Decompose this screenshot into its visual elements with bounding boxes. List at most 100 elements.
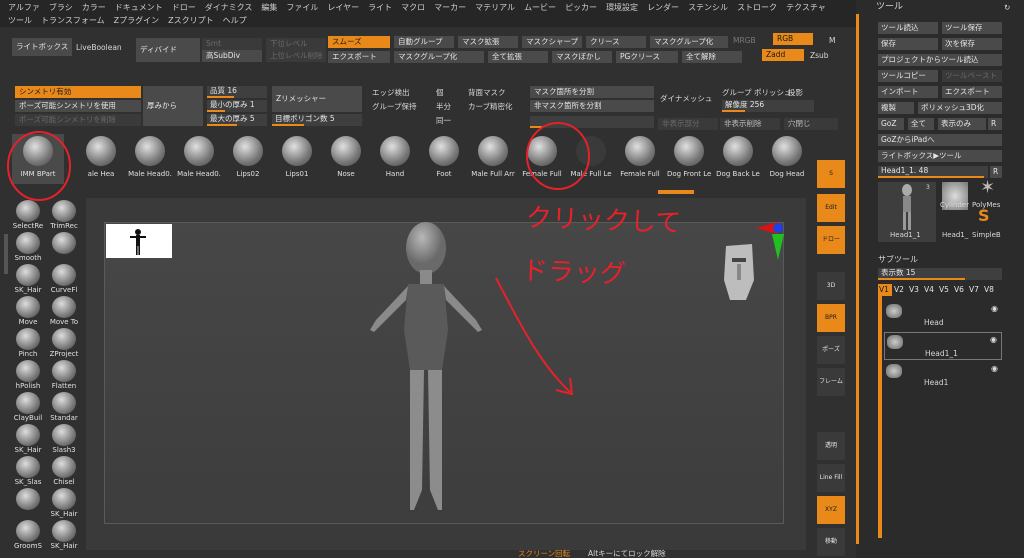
save-button[interactable]: 保存 (878, 38, 938, 50)
brush-item[interactable]: Lips02 (226, 134, 270, 184)
menu-item[interactable]: アルファ (8, 1, 40, 14)
zoom-icon[interactable]: 3D (817, 272, 845, 300)
left-brush-item[interactable]: Flatten (42, 360, 86, 390)
axis-gizmo-icon[interactable] (752, 220, 788, 264)
mask-sharpen-button[interactable]: マスクシャープ (522, 36, 582, 48)
all-expand-button[interactable]: 全て拡張 (488, 51, 548, 63)
same-label[interactable]: 同一 (436, 115, 451, 126)
brush-item[interactable]: Foot (422, 134, 466, 184)
version-tab[interactable]: V6 (953, 284, 967, 296)
transp-icon[interactable]: 透明 (817, 432, 845, 460)
back-mask-label[interactable]: 背面マスク (468, 87, 506, 98)
tool-copy-button[interactable]: ツールコピー (878, 70, 938, 82)
left-brush-item[interactable]: Standar (42, 392, 86, 422)
menu-item[interactable]: レイヤー (327, 1, 359, 14)
goz-button[interactable]: GoZ (878, 118, 904, 130)
brush-item[interactable]: Dog Back Le (716, 134, 760, 184)
edge-detect-label[interactable]: エッジ検出 (372, 87, 410, 98)
edit-icon[interactable]: Edit (817, 194, 845, 222)
m-button[interactable]: M (829, 35, 835, 46)
brush-strip-scrollbar[interactable] (658, 190, 694, 194)
left-brush-item[interactable]: Move To (42, 296, 86, 326)
menu-item[interactable]: ドロー (172, 1, 196, 14)
version-tab[interactable]: V1 (878, 284, 892, 296)
menu-item[interactable]: ピッカー (565, 1, 597, 14)
curve-refine-label[interactable]: カーブ精密化 (468, 101, 513, 112)
bpr-icon[interactable]: BPR (817, 304, 845, 332)
brush-item[interactable]: Female Full (618, 134, 662, 184)
menu-item[interactable]: Zスクリプト (168, 14, 213, 27)
subtool-item[interactable]: ◉ Head1 (884, 362, 1002, 390)
left-brush-item[interactable]: SK_Hair (42, 520, 86, 550)
export-button[interactable]: エクスポート (328, 51, 390, 63)
menu-item[interactable]: テクスチャ (786, 1, 826, 14)
load-from-project-button[interactable]: プロジェクトからツール読込 (878, 54, 1002, 66)
version-tab[interactable]: V4 (923, 284, 937, 296)
resolution-slider[interactable]: 解像度 256 (722, 100, 814, 112)
menu-item[interactable]: ツール (8, 14, 32, 27)
version-tab[interactable]: V7 (968, 284, 982, 296)
mask-grouping-button[interactable]: マスクグループ化 (394, 51, 484, 63)
current-tool-slider[interactable]: Head1_1. 48 (878, 166, 988, 178)
brush-item[interactable]: Lips01 (275, 134, 319, 184)
sdiv-icon[interactable]: S (817, 160, 845, 188)
brush-item[interactable]: Dog Front Le (667, 134, 711, 184)
upper-level-button[interactable]: 上位レベル削除 (266, 50, 326, 62)
group-keep-label[interactable]: グループ保持 (372, 101, 417, 112)
rgb-button[interactable]: RGB (773, 33, 813, 45)
max-thickness-slider[interactable]: 最大の厚み 5 (207, 114, 267, 126)
tool-paste-button[interactable]: ツールペースト (942, 70, 1002, 82)
subtool-item[interactable]: ◉ Head1_1 (884, 332, 1002, 360)
xyz-icon[interactable]: XYZ (817, 496, 845, 524)
menu-item[interactable]: ヘルプ (223, 14, 247, 27)
symmetry-toggle[interactable]: シンメトリ有効 (15, 86, 141, 98)
pose-icon[interactable]: ポーズ (817, 336, 845, 364)
menu-item[interactable]: レンダー (647, 1, 679, 14)
split-unmask-button[interactable]: 非マスク箇所を分割 (530, 100, 654, 112)
hidden-delete-button[interactable]: 非表示削除 (720, 118, 780, 130)
auto-group-button[interactable]: 自動グループ (394, 36, 454, 48)
dynamesh-label[interactable]: ダイナメッシュ (660, 93, 712, 104)
version-tab[interactable]: V5 (938, 284, 952, 296)
split-hidden-button[interactable]: 非表示部分 (658, 118, 718, 130)
menu-item[interactable]: ダイナミクス (205, 1, 253, 14)
menu-item[interactable]: マテリアル (475, 1, 515, 14)
menu-item[interactable]: ステンシル (688, 1, 728, 14)
visibility-eye-icon[interactable]: ◉ (991, 364, 998, 373)
tool-save-as-button[interactable]: ツール保存 (942, 22, 1002, 34)
pg-crease-button[interactable]: PGクリース (616, 51, 678, 63)
navigator-thumbnail[interactable] (106, 224, 172, 258)
min-thickness-slider[interactable]: 最小の厚み 1 (207, 100, 267, 112)
polymesh3d-button[interactable]: ポリメッシュ3D化 (918, 102, 1002, 114)
refresh-icon[interactable]: ↻ (1004, 2, 1010, 13)
draw-icon[interactable]: ドロー (817, 226, 845, 254)
canvas-area[interactable]: クリックして ドラッグ (86, 198, 806, 550)
version-tab[interactable]: V3 (908, 284, 922, 296)
menu-item[interactable]: 編集 (261, 1, 277, 14)
subdiv-button[interactable]: 高SubDiv (202, 50, 262, 62)
all-release-button[interactable]: 全て解除 (682, 51, 742, 63)
pose-symmetry-delete-button[interactable]: ポーズ可能シンメトリを削除 (15, 114, 141, 126)
brush-item[interactable]: Nose (324, 134, 368, 184)
goz-r-button[interactable]: R (988, 118, 1002, 130)
star-tool-icon[interactable]: ✶ (980, 179, 995, 197)
brush-item[interactable]: Male Head0. (128, 134, 172, 184)
left-brush-item[interactable]: Chisel (42, 456, 86, 486)
linefill-icon[interactable]: Line Fill (817, 464, 845, 492)
mask-expand-button[interactable]: マスク拡張 (458, 36, 518, 48)
mask-group-button[interactable]: マスクグループ化 (650, 36, 728, 48)
tool-panel-scrollbar[interactable] (856, 14, 859, 544)
subtool-scrollbar[interactable] (878, 296, 882, 538)
menu-item[interactable]: ムービー (524, 1, 556, 14)
polish-label[interactable]: ポリッシュ (754, 87, 792, 98)
left-scrollbar[interactable] (4, 234, 8, 274)
left-brush-item[interactable] (42, 232, 86, 254)
menu-item[interactable]: Zプラグイン (114, 14, 159, 27)
menu-item[interactable]: マーカー (434, 1, 466, 14)
target-polygons-slider[interactable]: 目標ポリゴン数 5 (272, 114, 362, 126)
character-model[interactable] (356, 220, 496, 530)
liveboolean-button[interactable]: LiveBoolean (76, 42, 122, 53)
export-tool-button[interactable]: エクスポート (942, 86, 1002, 98)
goz-all-button[interactable]: 全て (908, 118, 934, 130)
menu-item[interactable]: ファイル (286, 1, 318, 14)
